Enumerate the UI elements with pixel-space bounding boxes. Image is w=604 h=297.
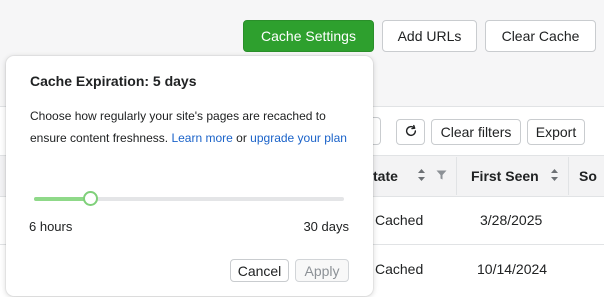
column-separator	[456, 157, 457, 195]
cell-state: Cached	[375, 261, 424, 277]
app-stage: Cache Settings Add URLs Clear Cache Clea…	[0, 0, 604, 297]
refresh-button[interactable]	[396, 119, 425, 145]
clear-cache-button[interactable]: Clear Cache	[485, 20, 596, 52]
sort-icon[interactable]	[417, 168, 426, 182]
apply-button[interactable]: Apply	[295, 259, 349, 282]
popover-title: Cache Expiration: 5 days	[30, 73, 197, 89]
sort-icon[interactable]	[550, 168, 559, 182]
expiration-slider-thumb[interactable]	[83, 191, 98, 206]
cell-first-seen: 10/14/2024	[477, 261, 548, 277]
filter-icon[interactable]	[436, 170, 447, 184]
cancel-button[interactable]: Cancel	[230, 259, 289, 282]
cache-settings-button[interactable]: Cache Settings	[243, 20, 374, 52]
add-urls-button[interactable]: Add URLs	[382, 20, 477, 52]
learn-more-link[interactable]: Learn more	[171, 131, 232, 145]
slider-min-label: 6 hours	[29, 219, 73, 234]
clear-filters-button[interactable]: Clear filters	[431, 119, 521, 145]
slider-max-label: 30 days	[303, 219, 349, 234]
or-text: or	[236, 131, 247, 145]
expiration-slider-fill	[34, 197, 90, 201]
export-button[interactable]: Export	[527, 119, 585, 145]
column-header-first-seen[interactable]: First Seen	[471, 168, 539, 184]
popover-description: Choose how regularly your site's pages a…	[30, 105, 350, 149]
upgrade-plan-link[interactable]: upgrade your plan	[250, 131, 347, 145]
refresh-icon	[404, 124, 418, 141]
cache-expiration-popover: Cache Expiration: 5 days Choose how regu…	[6, 56, 373, 296]
cell-first-seen: 3/28/2025	[480, 212, 543, 228]
column-separator	[568, 157, 569, 195]
column-header-state[interactable]: tate	[373, 168, 398, 184]
cell-state: Cached	[375, 212, 424, 228]
column-header-source[interactable]: So	[579, 168, 597, 184]
